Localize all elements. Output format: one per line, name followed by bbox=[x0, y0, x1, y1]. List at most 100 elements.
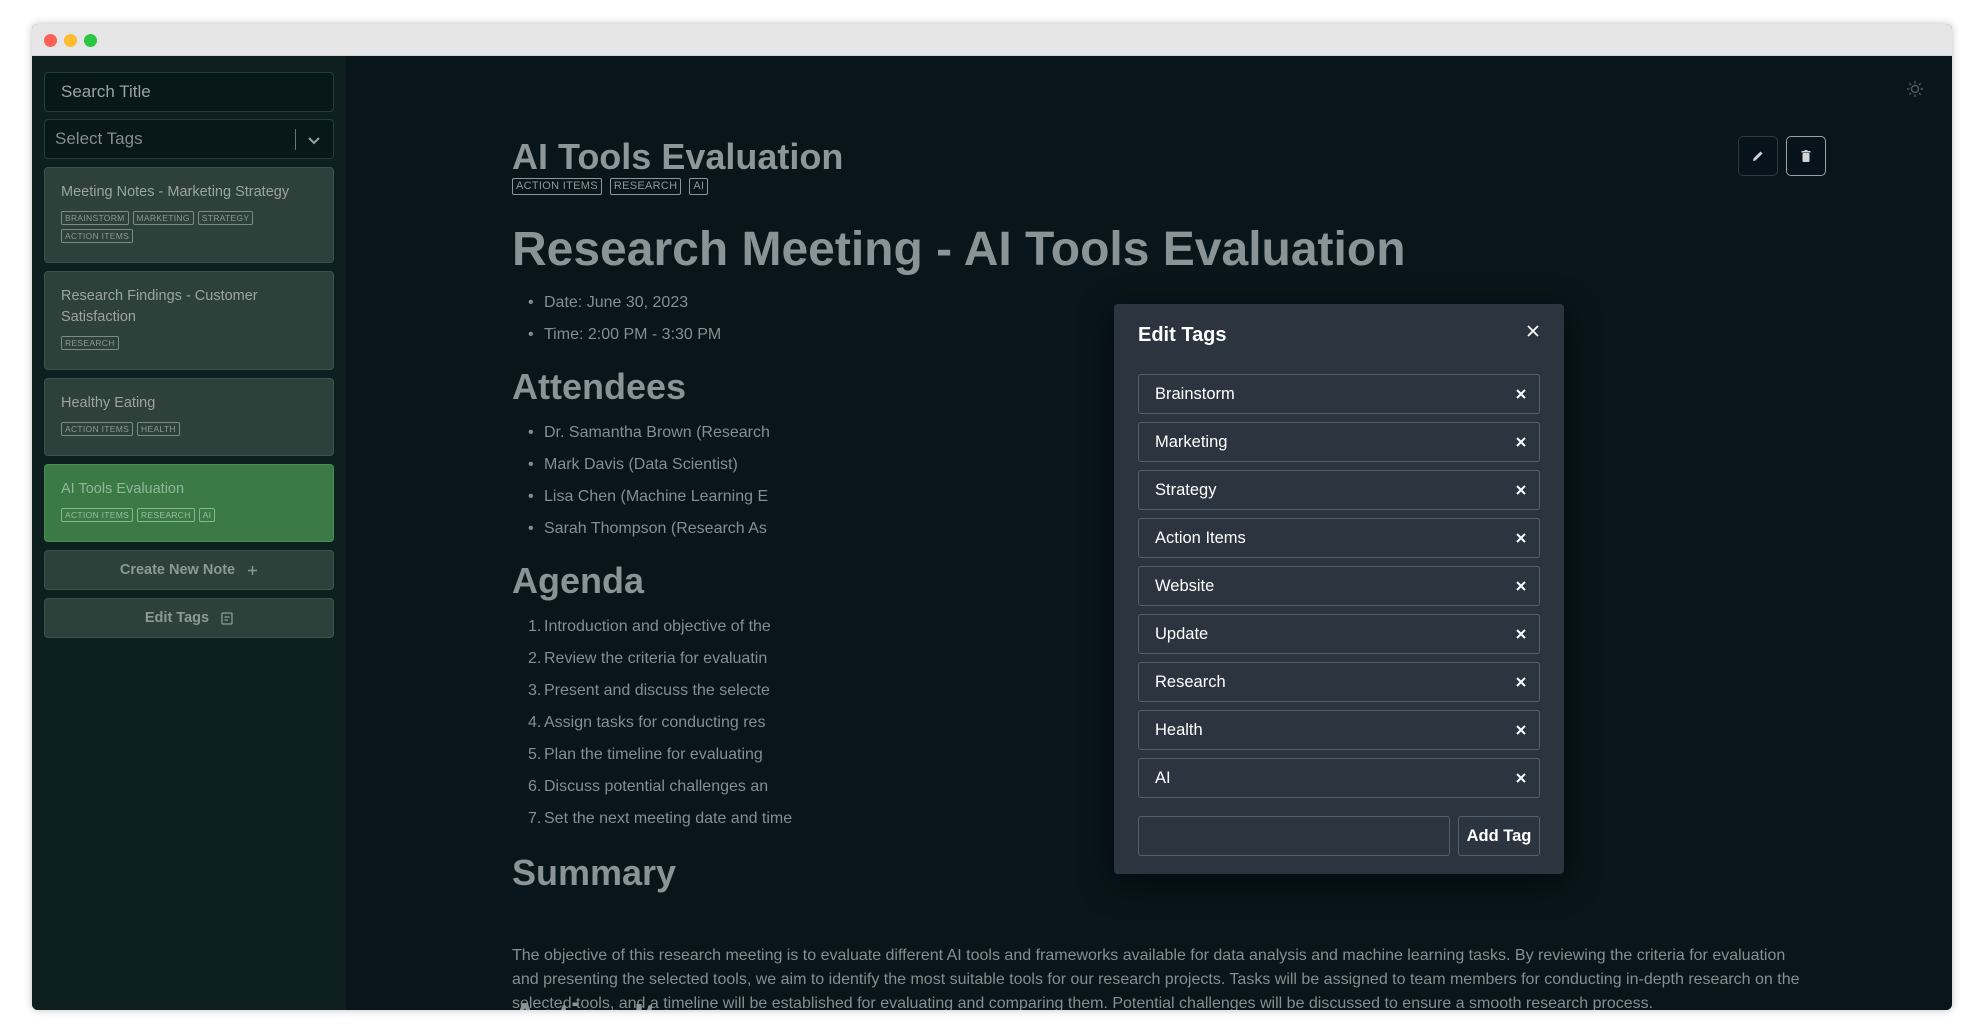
remove-tag-icon[interactable] bbox=[1515, 676, 1527, 688]
attendee-item: Dr. Samantha Brown (Research bbox=[528, 424, 770, 442]
remove-tag-icon[interactable] bbox=[1515, 388, 1527, 400]
note-card-tags: ACTION ITEMS HEALTH bbox=[61, 422, 317, 436]
remove-tag-icon[interactable] bbox=[1515, 484, 1527, 496]
tag-item-label: Research bbox=[1155, 673, 1226, 691]
note-card-title: Research Findings - Customer Satisfactio… bbox=[61, 288, 258, 325]
attendee-item: Lisa Chen (Machine Learning E bbox=[528, 488, 768, 506]
note-tag: ACTION ITEMS bbox=[61, 422, 134, 436]
note-card[interactable]: Meeting Notes - Marketing Strategy BRAIN… bbox=[44, 167, 334, 263]
app-content: Search Title Select Tags Meeting Notes -… bbox=[32, 56, 1952, 1010]
tag-edit-icon bbox=[221, 612, 233, 625]
agenda-item: 6. Discuss potential challenges an bbox=[528, 778, 769, 795]
tag-item[interactable]: Action Items bbox=[1138, 518, 1540, 558]
note-tag: STRATEGY bbox=[197, 211, 254, 225]
attendee-item: Sarah Thompson (Research As bbox=[528, 520, 767, 538]
sidebar: Search Title Select Tags Meeting Notes -… bbox=[32, 56, 346, 1010]
edit-tags-button[interactable]: Edit Tags bbox=[44, 598, 334, 638]
remove-tag-icon[interactable] bbox=[1515, 772, 1527, 784]
remove-tag-icon[interactable] bbox=[1515, 436, 1527, 448]
minimize-window-button[interactable] bbox=[64, 34, 77, 47]
attendee-item: Mark Davis (Data Scientist) bbox=[528, 456, 738, 474]
attendees-heading: Attendees bbox=[512, 366, 687, 407]
close-window-button[interactable] bbox=[44, 34, 57, 47]
meta-item: Date: June 30, 2023 bbox=[528, 294, 688, 312]
remove-tag-icon[interactable] bbox=[1515, 532, 1527, 544]
agenda-heading: Agenda bbox=[512, 560, 645, 601]
note-tag: MARKETING bbox=[132, 211, 194, 225]
tag-select-placeholder: Select Tags bbox=[55, 129, 143, 148]
note-card-active[interactable]: AI Tools Evaluation ACTION ITEMS RESEARC… bbox=[44, 464, 334, 542]
tag-item-label: Marketing bbox=[1155, 433, 1228, 451]
tag-item[interactable]: Brainstorm bbox=[1138, 374, 1540, 414]
remove-tag-icon[interactable] bbox=[1515, 580, 1527, 592]
tag-item[interactable]: Health bbox=[1138, 710, 1540, 750]
agenda-item: 2. Review the criteria for evaluatin bbox=[528, 650, 768, 667]
tag-item-label: Website bbox=[1155, 577, 1215, 595]
summary-heading: Summary bbox=[512, 852, 677, 893]
tag-item-label: Health bbox=[1155, 721, 1203, 739]
note-tag: AI bbox=[689, 178, 709, 195]
close-icon[interactable] bbox=[1522, 320, 1544, 342]
note-tag: HEALTH bbox=[137, 422, 180, 436]
tag-item-label: Strategy bbox=[1155, 481, 1217, 499]
tag-select[interactable]: Select Tags bbox=[44, 119, 334, 159]
tag-item-label: Update bbox=[1155, 625, 1209, 643]
edit-tags-label: Edit Tags bbox=[144, 610, 210, 626]
theme-toggle-sun-icon[interactable] bbox=[1906, 80, 1924, 98]
new-tag-input[interactable] bbox=[1138, 816, 1450, 856]
note-card-title: Healthy Eating bbox=[61, 395, 156, 411]
tag-item-label: Action Items bbox=[1155, 529, 1246, 547]
agenda-item: 5. Plan the timeline for evaluating bbox=[528, 746, 763, 763]
note-tag: ACTION ITEMS bbox=[512, 178, 602, 195]
tag-item-label: AI bbox=[1155, 769, 1171, 787]
note-card-tags: ACTION ITEMS RESEARCH AI bbox=[61, 508, 317, 522]
tag-item[interactable]: Marketing bbox=[1138, 422, 1540, 462]
note-tag: ACTION ITEMS bbox=[61, 508, 134, 522]
create-note-button[interactable]: Create New Note bbox=[44, 550, 334, 590]
modal-title: Edit Tags bbox=[1138, 324, 1227, 346]
tag-item[interactable]: Strategy bbox=[1138, 470, 1540, 510]
tag-item[interactable]: Update bbox=[1138, 614, 1540, 654]
search-input[interactable]: Search Title bbox=[44, 72, 334, 112]
note-tag: AI bbox=[198, 508, 216, 522]
tag-item[interactable]: AI bbox=[1138, 758, 1540, 798]
agenda-item: 1. Introduction and objective of the bbox=[528, 618, 771, 635]
note-card[interactable]: Healthy Eating ACTION ITEMS HEALTH bbox=[44, 378, 334, 456]
tag-item[interactable]: Research bbox=[1138, 662, 1540, 702]
meta-item: Time: 2:00 PM - 3:30 PM bbox=[528, 326, 721, 344]
note-card-tags: RESEARCH bbox=[61, 336, 317, 350]
create-note-label: Create New Note bbox=[119, 562, 236, 578]
tag-item-label: Brainstorm bbox=[1155, 385, 1235, 403]
note-card-title: AI Tools Evaluation bbox=[61, 481, 185, 497]
edit-note-button[interactable] bbox=[1738, 136, 1778, 176]
note-heading: Research Meeting - AI Tools Evaluation bbox=[512, 223, 1406, 276]
edit-tags-modal: Edit Tags Brainstorm Marketing Strategy … bbox=[1114, 304, 1564, 874]
agenda-item: 7. Set the next meeting date and time bbox=[528, 810, 793, 827]
note-tag: RESEARCH bbox=[61, 336, 119, 350]
window-titlebar bbox=[32, 24, 1952, 56]
note-tag: RESEARCH bbox=[609, 178, 682, 195]
select-separator bbox=[295, 129, 296, 150]
plus-icon bbox=[248, 565, 258, 575]
note-tag: BRAINSTORM bbox=[61, 211, 129, 225]
note-tag: RESEARCH bbox=[137, 508, 195, 522]
action-items-heading: Action Items bbox=[512, 996, 728, 1010]
note-tag: ACTION ITEMS bbox=[61, 229, 134, 243]
note-tags: ACTION ITEMS RESEARCH AI bbox=[512, 178, 709, 195]
note-card-title: Meeting Notes - Marketing Strategy bbox=[61, 184, 290, 200]
trash-icon bbox=[1801, 150, 1811, 162]
add-tag-button[interactable]: Add Tag bbox=[1458, 816, 1540, 856]
chevron-down-icon[interactable] bbox=[306, 132, 322, 148]
note-title: AI Tools Evaluation bbox=[512, 136, 844, 177]
tag-item[interactable]: Website bbox=[1138, 566, 1540, 606]
app-window: Search Title Select Tags Meeting Notes -… bbox=[32, 24, 1952, 1010]
delete-note-button[interactable] bbox=[1786, 136, 1826, 176]
remove-tag-icon[interactable] bbox=[1515, 628, 1527, 640]
note-card-tags: BRAINSTORM MARKETING STRATEGY ACTION ITE… bbox=[61, 211, 317, 243]
note-card[interactable]: Research Findings - Customer Satisfactio… bbox=[44, 271, 334, 370]
maximize-window-button[interactable] bbox=[84, 34, 97, 47]
agenda-item: 4. Assign tasks for conducting res bbox=[528, 714, 766, 731]
remove-tag-icon[interactable] bbox=[1515, 724, 1527, 736]
note-view: AI Tools Evaluation ACTION ITEMS RESEARC… bbox=[346, 56, 1952, 1010]
agenda-item: 3. Present and discuss the selecte bbox=[528, 682, 770, 699]
